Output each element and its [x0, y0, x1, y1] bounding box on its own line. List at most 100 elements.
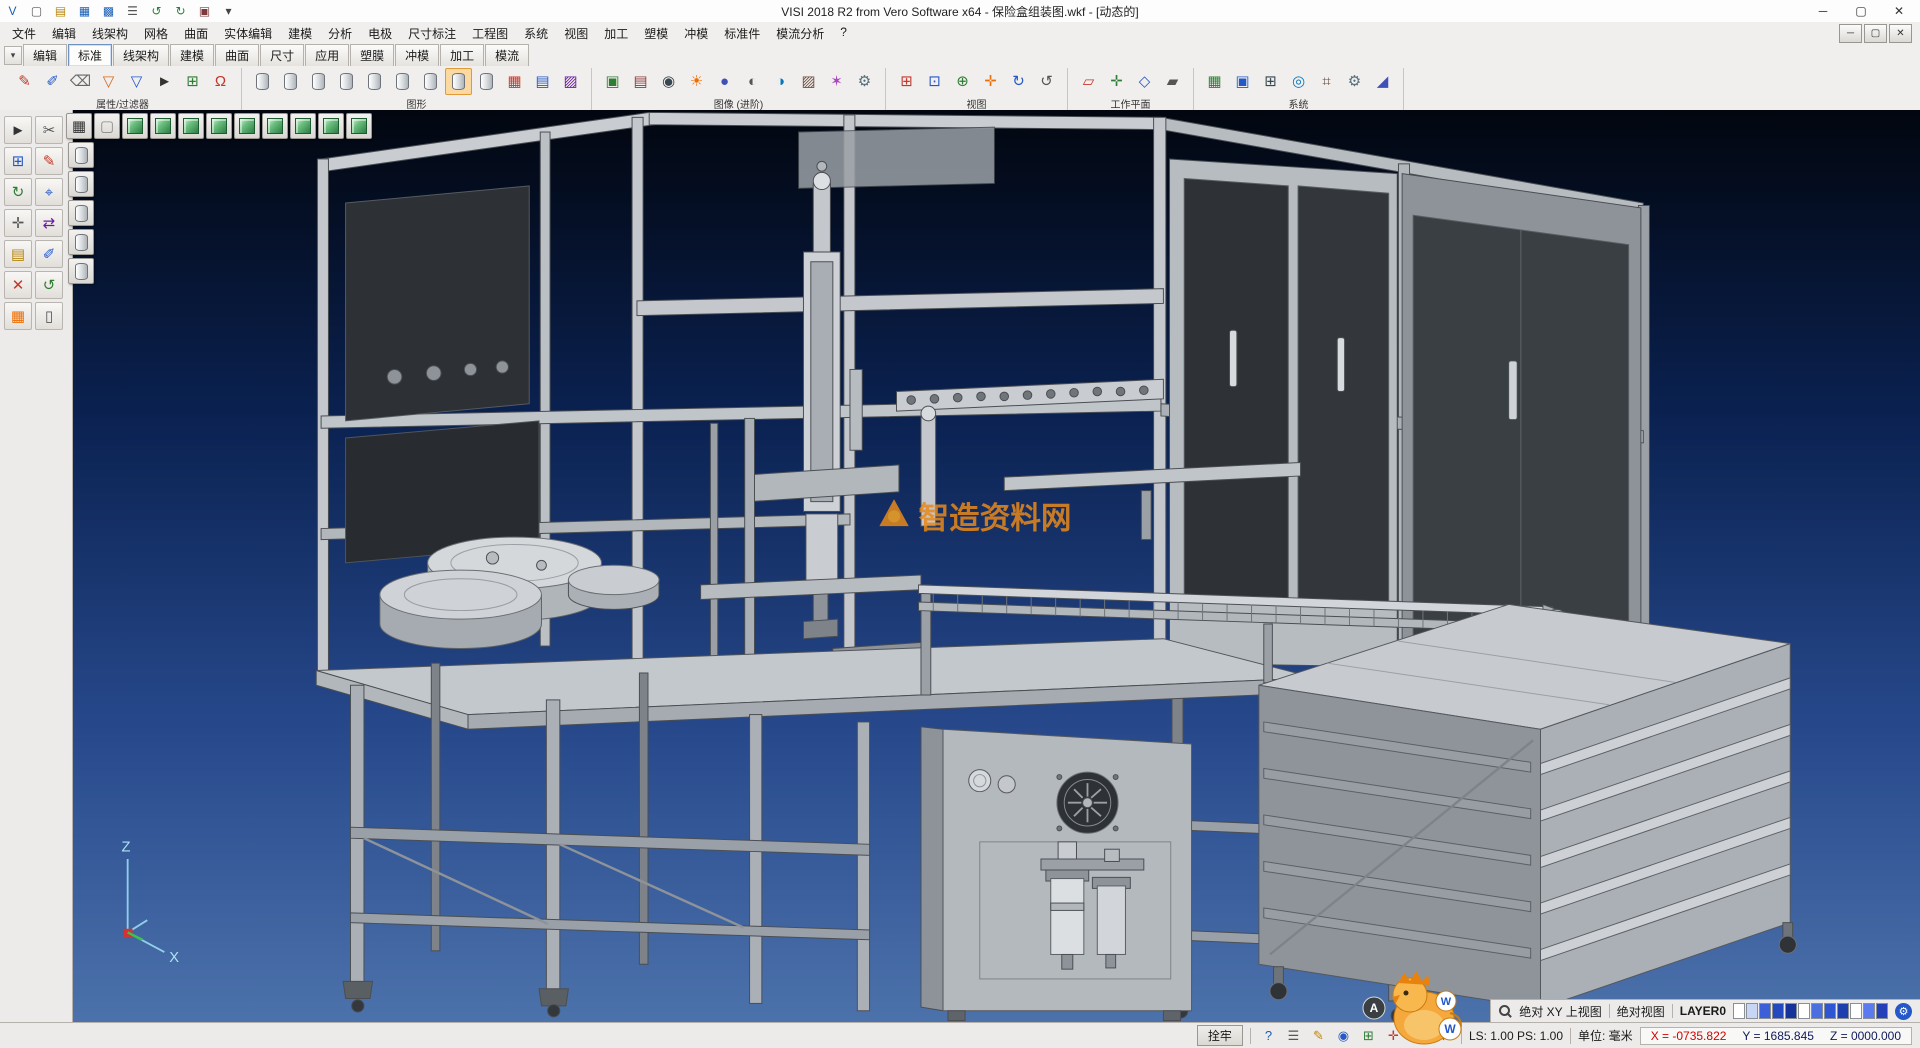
view-wireframe[interactable]: ▢	[94, 113, 120, 139]
move-tool[interactable]: ✛	[4, 209, 32, 237]
active-layer-selector[interactable]: LAYER0	[1680, 1004, 1726, 1018]
visi-logo[interactable]: V	[2, 1, 23, 21]
menu-item[interactable]: 模流分析	[768, 23, 832, 44]
dynamic-rotate[interactable]: ↻	[4, 178, 32, 206]
magnet-snap[interactable]: Ω	[207, 68, 234, 95]
hatch-patterns[interactable]: ▨	[557, 68, 584, 95]
system-colors[interactable]: ▦	[1201, 68, 1228, 95]
menu-item[interactable]: 实体编辑	[216, 23, 280, 44]
menu-item[interactable]: 加工	[596, 23, 636, 44]
mdi-close-button[interactable]: ✕	[1889, 24, 1912, 43]
ribbon-tab[interactable]: 尺寸	[260, 44, 304, 67]
eraser[interactable]: ⌫	[67, 68, 94, 95]
menu-item[interactable]: 分析	[320, 23, 360, 44]
previous-view[interactable]: ↺	[1033, 68, 1060, 95]
menu-item[interactable]: 网格	[136, 23, 176, 44]
menu-item[interactable]: 曲面	[176, 23, 216, 44]
save-file[interactable]: ▦	[74, 1, 95, 21]
point-display[interactable]	[249, 68, 276, 95]
zoom-fit[interactable]: ⊡	[921, 68, 948, 95]
curve-display[interactable]	[333, 68, 360, 95]
ribbon-tab[interactable]: 塑膜	[350, 44, 394, 67]
display-mode-5[interactable]	[68, 258, 94, 284]
view-menu[interactable]: ▦	[66, 113, 92, 139]
view-iso[interactable]	[122, 113, 148, 139]
quick-select[interactable]: ►	[151, 68, 178, 95]
view-front[interactable]	[150, 113, 176, 139]
grid-status[interactable]: ⊞	[1358, 1025, 1379, 1046]
line-styles[interactable]: ▤	[529, 68, 556, 95]
trim-scissors[interactable]: ✂	[35, 116, 63, 144]
color-chip[interactable]	[1811, 1003, 1823, 1019]
print[interactable]: ☰	[122, 1, 143, 21]
camera-capture[interactable]: ◉	[655, 68, 682, 95]
color-chip[interactable]	[1772, 1003, 1784, 1019]
profile-status[interactable]: ✎	[1308, 1025, 1329, 1046]
ribbon-tab[interactable]: 应用	[305, 44, 349, 67]
notes-tool[interactable]: ✐	[35, 240, 63, 268]
ribbon-tab[interactable]: 线架构	[113, 44, 169, 67]
zoom-window[interactable]: ⊞	[893, 68, 920, 95]
layer-manager[interactable]: ▤	[4, 240, 32, 268]
quick-access-dropdown[interactable]: ▾	[218, 1, 239, 21]
view-options-button[interactable]: ⚙	[1895, 1003, 1912, 1020]
undo-tool[interactable]: ↺	[35, 271, 63, 299]
projection-selector[interactable]: 绝对视图	[1617, 1003, 1665, 1020]
menu-item[interactable]: 塑模	[636, 23, 676, 44]
render-image[interactable]: ▣	[599, 68, 626, 95]
snap-status[interactable]: ✛	[1383, 1025, 1404, 1046]
dimension-display[interactable]	[445, 68, 472, 95]
system-render[interactable]: ◢	[1369, 68, 1396, 95]
color-chip[interactable]	[1824, 1003, 1836, 1019]
system-globe[interactable]: ◎	[1285, 68, 1312, 95]
maximize-button[interactable]: ▢	[1842, 1, 1880, 22]
display-mode-2[interactable]	[68, 171, 94, 197]
ribbon-tab[interactable]: 标准	[68, 44, 112, 67]
open-file[interactable]: ▤	[50, 1, 71, 21]
system-display[interactable]: ▣	[1229, 68, 1256, 95]
edit-attributes[interactable]: ✎	[11, 68, 38, 95]
film-strip[interactable]: ▤	[627, 68, 654, 95]
erase-tool[interactable]: ✕	[4, 271, 32, 299]
filter-layers[interactable]: ▽	[123, 68, 150, 95]
view-bottom[interactable]	[290, 113, 316, 139]
color-chip[interactable]	[1863, 1003, 1875, 1019]
tab-dropdown-icon[interactable]: ▾	[4, 46, 22, 65]
mesh-display[interactable]	[417, 68, 444, 95]
ribbon-tab[interactable]: 模流	[485, 44, 529, 67]
menu-item[interactable]: 编辑	[44, 23, 84, 44]
line-display[interactable]	[277, 68, 304, 95]
mdi-minimize-button[interactable]: ─	[1839, 24, 1862, 43]
workplane-view[interactable]: ◇	[1131, 68, 1158, 95]
viewport-3d[interactable]: 智造资料网 Z X	[64, 110, 1920, 1023]
system-grid[interactable]: ⊞	[1257, 68, 1284, 95]
menu-item[interactable]: 文件	[4, 23, 44, 44]
menu-item[interactable]: 电极	[360, 23, 400, 44]
magic-wand[interactable]: ✶	[823, 68, 850, 95]
measure-tool[interactable]: ⌖	[35, 178, 63, 206]
view-back[interactable]	[178, 113, 204, 139]
clipboard-tool[interactable]: ▯	[35, 302, 63, 330]
text-display[interactable]	[473, 68, 500, 95]
filter-elements[interactable]: ▽	[95, 68, 122, 95]
color-chip[interactable]	[1785, 1003, 1797, 1019]
info-status[interactable]: ◉	[1333, 1025, 1354, 1046]
mdi-restore-button[interactable]: ▢	[1864, 24, 1887, 43]
pan-view[interactable]: ✛	[977, 68, 1004, 95]
view-axonometric[interactable]	[318, 113, 344, 139]
save-all[interactable]: ▩	[98, 1, 119, 21]
menu-item[interactable]: 线架构	[84, 23, 136, 44]
menu-item[interactable]: 建模	[280, 23, 320, 44]
zoom-in[interactable]: ⊕	[949, 68, 976, 95]
color-chip[interactable]	[1837, 1003, 1849, 1019]
ribbon-tab[interactable]: 冲模	[395, 44, 439, 67]
color-chip[interactable]	[1746, 1003, 1758, 1019]
palette-tool[interactable]: ▦	[4, 302, 32, 330]
display-mode-4[interactable]	[68, 229, 94, 255]
surface-display[interactable]	[361, 68, 388, 95]
rotate-view[interactable]: ↻	[1005, 68, 1032, 95]
menu-item[interactable]: 系统	[516, 23, 556, 44]
texture-map[interactable]: ▨	[795, 68, 822, 95]
reflection-toggle[interactable]: ◑	[767, 68, 794, 95]
minimize-button[interactable]: ─	[1804, 1, 1842, 22]
